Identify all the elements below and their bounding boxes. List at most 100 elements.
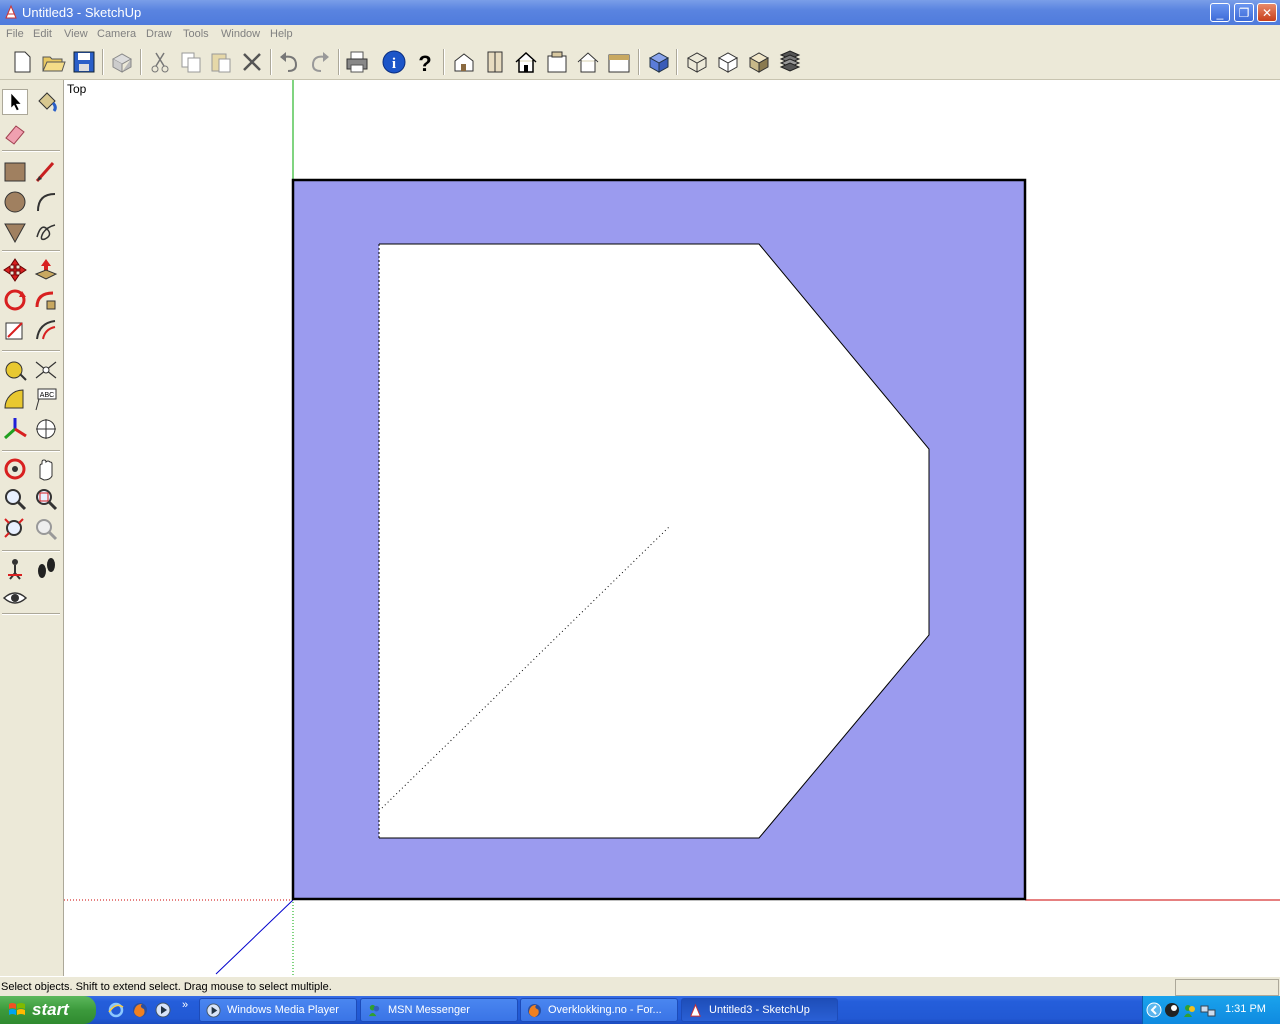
menu-bar: File Edit View Camera Draw Tools Window … bbox=[0, 25, 1280, 45]
look-around-icon[interactable] bbox=[2, 585, 28, 611]
axes-icon[interactable] bbox=[2, 416, 28, 442]
quick-launch-chevron[interactable]: » bbox=[182, 999, 188, 1011]
sketchup-app-icon bbox=[5, 4, 17, 19]
measurements-box[interactable] bbox=[1175, 979, 1279, 996]
arc-icon[interactable] bbox=[33, 189, 59, 215]
tray-expand-icon[interactable] bbox=[1146, 1002, 1162, 1018]
select-icon[interactable] bbox=[2, 89, 28, 115]
follow-me-icon[interactable] bbox=[33, 287, 59, 313]
wireframe-icon[interactable] bbox=[684, 49, 710, 75]
title-bar[interactable]: Untitled3 - SketchUp _ ❐ ✕ bbox=[0, 0, 1280, 25]
menu-help[interactable]: Help bbox=[270, 28, 293, 40]
menu-view[interactable]: View bbox=[64, 28, 88, 40]
3d-text-icon[interactable] bbox=[33, 416, 59, 442]
orbit-icon[interactable] bbox=[2, 456, 28, 482]
push-pull-icon[interactable] bbox=[33, 257, 59, 283]
maximize-button[interactable]: ❐ bbox=[1234, 3, 1254, 22]
firefox-icon[interactable] bbox=[132, 1002, 148, 1018]
front-view-icon[interactable] bbox=[513, 49, 539, 75]
undo-icon[interactable] bbox=[276, 49, 302, 75]
menu-camera[interactable]: Camera bbox=[97, 28, 136, 40]
menu-edit[interactable]: Edit bbox=[33, 28, 52, 40]
menu-draw[interactable]: Draw bbox=[146, 28, 172, 40]
polygon-icon[interactable] bbox=[2, 219, 28, 245]
back-view-icon[interactable] bbox=[575, 49, 601, 75]
model-canvas[interactable] bbox=[64, 80, 1280, 976]
rectangle-icon[interactable] bbox=[2, 159, 28, 185]
dimension-icon[interactable] bbox=[33, 356, 59, 382]
minimize-button[interactable]: _ bbox=[1210, 3, 1230, 22]
status-bar: Select objects. Shift to extend select. … bbox=[0, 976, 1280, 997]
freehand-icon[interactable] bbox=[33, 219, 59, 245]
window-title: Untitled3 - SketchUp bbox=[22, 5, 142, 20]
eraser-icon[interactable] bbox=[2, 120, 28, 146]
new-icon[interactable] bbox=[9, 49, 35, 75]
menu-tools[interactable]: Tools bbox=[183, 28, 209, 40]
erase-icon[interactable] bbox=[239, 49, 265, 75]
toolbar-separator bbox=[638, 49, 640, 75]
save-icon[interactable] bbox=[71, 49, 97, 75]
print-icon[interactable] bbox=[344, 49, 370, 75]
offset-icon[interactable] bbox=[33, 317, 59, 343]
scale-icon[interactable] bbox=[2, 317, 28, 343]
walk-icon[interactable] bbox=[33, 555, 59, 581]
zoom-extents-icon[interactable] bbox=[2, 516, 28, 542]
model-face[interactable] bbox=[293, 180, 1025, 899]
model-viewport[interactable]: Top bbox=[64, 80, 1280, 976]
paint-bucket-icon[interactable] bbox=[33, 89, 59, 115]
model-info-icon[interactable]: i bbox=[381, 49, 407, 75]
line-icon[interactable] bbox=[33, 159, 59, 185]
xray-icon[interactable] bbox=[646, 49, 672, 75]
protractor-icon[interactable] bbox=[2, 386, 28, 412]
palette-separator bbox=[2, 550, 60, 552]
firefox-icon bbox=[527, 1003, 542, 1018]
menu-file[interactable]: File bbox=[6, 28, 24, 40]
make-component-icon[interactable] bbox=[109, 49, 135, 75]
iso-view-icon[interactable] bbox=[451, 49, 477, 75]
toolbar-separator bbox=[270, 49, 272, 75]
pan-icon[interactable] bbox=[33, 456, 59, 482]
tape-measure-icon[interactable] bbox=[2, 356, 28, 382]
open-icon[interactable] bbox=[40, 49, 66, 75]
palette-separator bbox=[2, 250, 60, 252]
menu-window[interactable]: Window bbox=[221, 28, 260, 40]
redo-icon[interactable] bbox=[307, 49, 333, 75]
copy-icon[interactable] bbox=[178, 49, 204, 75]
palette-separator bbox=[2, 450, 60, 452]
text-icon[interactable]: ABC bbox=[33, 386, 59, 412]
sketchup-app-icon bbox=[690, 1003, 701, 1017]
right-view-icon[interactable] bbox=[544, 49, 570, 75]
top-view-icon[interactable] bbox=[482, 49, 508, 75]
internet-explorer-icon[interactable] bbox=[108, 1002, 124, 1018]
network-icon[interactable] bbox=[1200, 1002, 1216, 1018]
taskbar: start » Windows Media Player MSN Messeng… bbox=[0, 996, 1280, 1024]
media-player-icon[interactable] bbox=[155, 1002, 171, 1018]
move-icon[interactable] bbox=[2, 257, 28, 283]
task-label: MSN Messenger bbox=[388, 1004, 470, 1016]
rotate-icon[interactable] bbox=[2, 287, 28, 313]
task-msn-messenger[interactable]: MSN Messenger bbox=[360, 998, 518, 1022]
previous-icon[interactable] bbox=[33, 516, 59, 542]
task-overklokking[interactable]: Overklokking.no - For... bbox=[520, 998, 678, 1022]
help-icon[interactable]: ? bbox=[412, 49, 438, 75]
toolbar-separator bbox=[102, 49, 104, 75]
shaded-texture-icon[interactable] bbox=[777, 49, 803, 75]
start-button[interactable]: start bbox=[0, 996, 96, 1024]
status-message: Select objects. Shift to extend select. … bbox=[1, 981, 332, 993]
task-sketchup[interactable]: Untitled3 - SketchUp bbox=[681, 998, 838, 1022]
circle-icon[interactable] bbox=[2, 189, 28, 215]
task-label: Windows Media Player bbox=[227, 1004, 339, 1016]
zoom-icon[interactable] bbox=[2, 486, 28, 512]
zoom-window-icon[interactable] bbox=[33, 486, 59, 512]
position-camera-icon[interactable] bbox=[2, 555, 28, 581]
close-button[interactable]: ✕ bbox=[1257, 3, 1277, 22]
shaded-icon[interactable] bbox=[746, 49, 772, 75]
task-windows-media-player[interactable]: Windows Media Player bbox=[199, 998, 357, 1022]
left-view-icon[interactable] bbox=[606, 49, 632, 75]
msn-tray-icon[interactable] bbox=[1182, 1002, 1198, 1018]
paste-icon[interactable] bbox=[208, 49, 234, 75]
windows-flag-icon bbox=[9, 1003, 25, 1015]
steam-icon[interactable] bbox=[1164, 1002, 1180, 1018]
hidden-line-icon[interactable] bbox=[715, 49, 741, 75]
cut-icon[interactable] bbox=[147, 49, 173, 75]
